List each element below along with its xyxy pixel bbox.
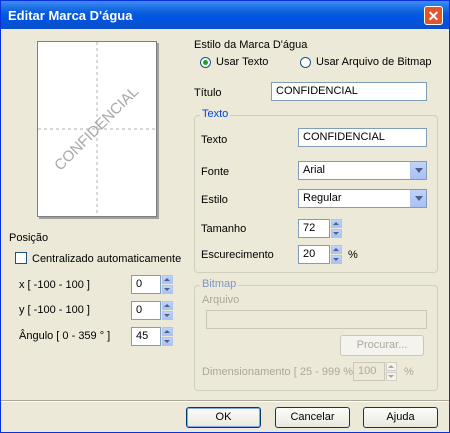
cancel-button[interactable]: Cancelar <box>275 407 350 428</box>
preview-canvas: CONFIDENCIAL <box>38 42 156 216</box>
auto-center-label[interactable]: Centralizado automaticamente <box>32 253 181 265</box>
use-bitmap-label[interactable]: Usar Arquivo de Bitmap <box>316 56 432 68</box>
ok-button[interactable]: OK <box>186 407 261 428</box>
use-bitmap-radio[interactable] <box>300 57 311 68</box>
fonte-select[interactable]: Arial <box>298 161 427 180</box>
titulo-label: Título <box>194 87 222 99</box>
y-label: y [ -100 - 100 ] <box>19 304 90 316</box>
estilo-select[interactable]: Regular <box>298 189 427 208</box>
tamanho-input[interactable]: 72 <box>298 219 330 238</box>
footer-divider <box>1 400 449 402</box>
dimensionamento-input[interactable]: 100 <box>353 362 385 381</box>
chevron-down-icon[interactable] <box>410 162 426 179</box>
bitmap-group-title: Bitmap <box>200 278 239 290</box>
fonte-label: Fonte <box>201 166 230 178</box>
y-spinner[interactable] <box>162 301 173 320</box>
window-title: Editar Marca D'água <box>8 8 133 23</box>
escurecimento-percent: % <box>348 249 358 261</box>
estilo-label: Estilo da Marca D'água <box>194 39 308 51</box>
x-input[interactable]: 0 <box>131 275 161 294</box>
angle-input[interactable]: 45 <box>131 327 161 346</box>
help-button[interactable]: Ajuda <box>363 407 438 428</box>
escurecimento-label: Escurecimento <box>201 249 274 261</box>
close-icon: ✕ <box>427 8 440 24</box>
dimensionamento-spinner[interactable] <box>386 362 397 381</box>
dimensionamento-percent: % <box>404 366 414 378</box>
dialog-window: Editar Marca D'água ✕ CONFIDENCIAL Posiç… <box>0 0 450 433</box>
dimensionamento-label: Dimensionamento [ 25 - 999 % ] <box>202 366 360 378</box>
angle-spinner[interactable] <box>162 327 173 346</box>
use-text-label[interactable]: Usar Texto <box>216 56 268 68</box>
chevron-down-icon[interactable] <box>410 190 426 207</box>
x-label: x [ -100 - 100 ] <box>19 279 90 291</box>
posicao-label: Posição <box>9 232 49 244</box>
estilo-select-value: Regular <box>303 192 342 204</box>
angle-label: Ângulo [ 0 - 359 ° ] <box>19 330 111 342</box>
fonte-select-value: Arial <box>303 164 326 176</box>
close-button[interactable]: ✕ <box>424 6 443 25</box>
tamanho-label: Tamanho <box>201 223 247 235</box>
use-text-radio[interactable] <box>200 57 211 68</box>
watermark-preview: CONFIDENCIAL <box>37 41 157 217</box>
procurar-button[interactable]: Procurar... <box>340 335 424 356</box>
x-spinner[interactable] <box>162 275 173 294</box>
texto-input[interactable]: CONFIDENCIAL <box>298 128 427 147</box>
tamanho-spinner[interactable] <box>331 219 342 238</box>
titulo-input[interactable]: CONFIDENCIAL <box>271 82 427 101</box>
estilo-fonte-label: Estilo <box>201 194 228 206</box>
escurecimento-spinner[interactable] <box>331 245 342 264</box>
texto-label: Texto <box>201 134 228 146</box>
y-input[interactable]: 0 <box>131 301 161 320</box>
arquivo-input[interactable] <box>206 310 427 329</box>
texto-group-title: Texto <box>200 108 231 120</box>
title-bar[interactable]: Editar Marca D'água ✕ <box>1 1 449 29</box>
arquivo-label: Arquivo <box>202 294 240 306</box>
escurecimento-input[interactable]: 20 <box>298 245 330 264</box>
auto-center-checkbox[interactable] <box>15 252 27 264</box>
